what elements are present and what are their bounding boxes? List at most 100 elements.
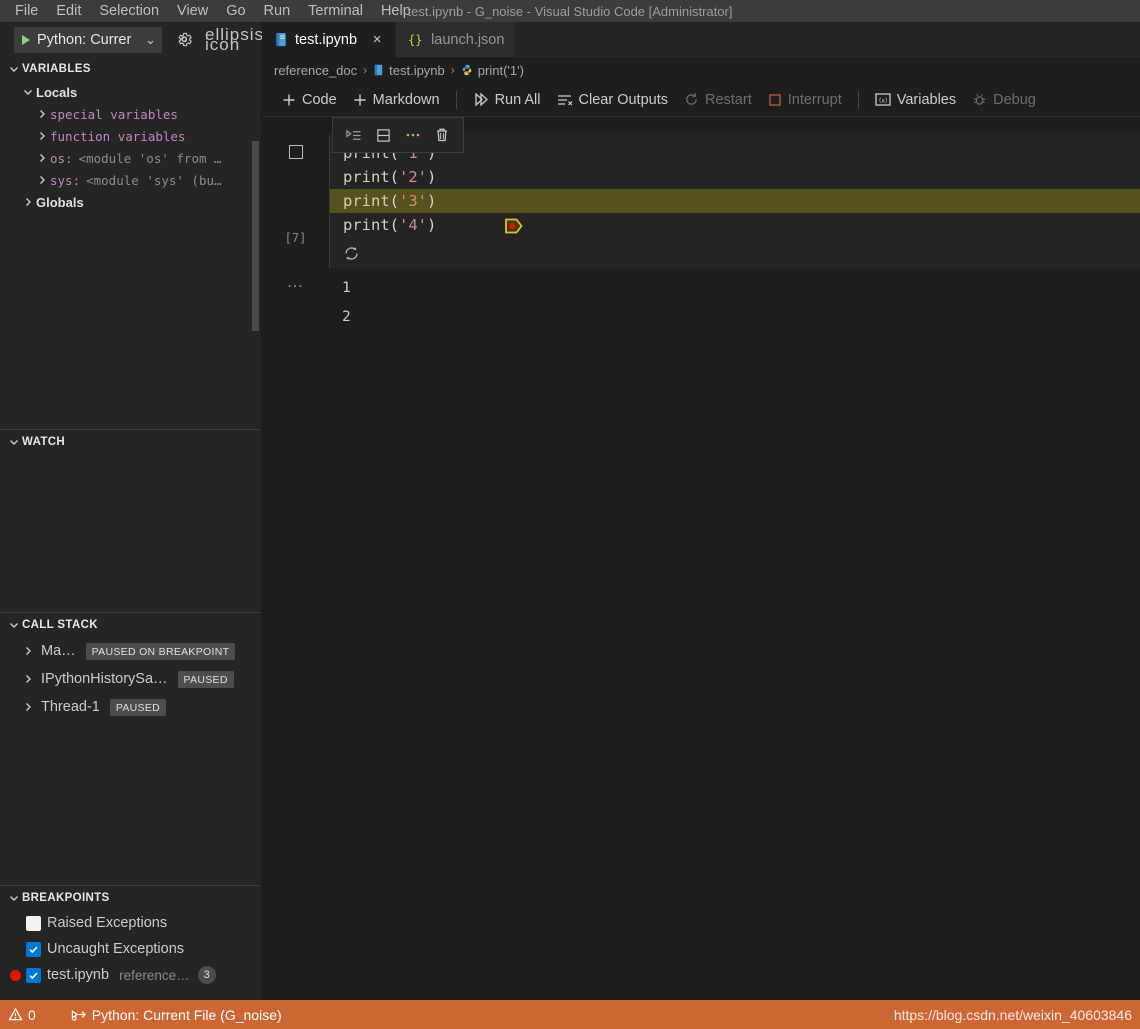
callstack-frame-main[interactable]: Ma… PAUSED ON BREAKPOINT xyxy=(0,637,261,665)
callstack-frame-ipythonhistory[interactable]: IPythonHistorySa… PAUSED xyxy=(0,665,261,693)
variables-locals-row[interactable]: Locals xyxy=(0,81,261,103)
add-code-cell-button[interactable]: Code xyxy=(274,87,345,113)
cell-editor[interactable]: print('1') print('2') print('3') print('… xyxy=(329,135,1140,268)
variables-tree: Locals special variables function variab… xyxy=(0,81,261,429)
python-symbol-icon xyxy=(461,64,473,76)
clear-outputs-button[interactable]: Clear Outputs xyxy=(549,87,676,113)
tab-test-ipynb[interactable]: test.ipynb × xyxy=(262,22,397,57)
breadcrumb-symbol-label: print('1') xyxy=(477,62,524,78)
breadcrumb-separator: › xyxy=(450,63,455,77)
breakpoint-row-test-ipynb[interactable]: test.ipynb reference… 3 xyxy=(0,962,261,988)
menu-view[interactable]: View xyxy=(168,0,217,22)
variables-section: VARIABLES Locals special variables funct… xyxy=(0,57,261,429)
run-all-button[interactable]: Run All xyxy=(465,87,549,113)
variable-row-function[interactable]: function variables xyxy=(0,125,261,147)
breakpoints-section-header[interactable]: BREAKPOINTS xyxy=(0,886,261,910)
variables-section-header[interactable]: VARIABLES xyxy=(0,57,261,81)
menu-edit[interactable]: Edit xyxy=(47,0,90,22)
variables-toggle-label: Variables xyxy=(896,91,957,108)
interrupt-kernel-label: Interrupt xyxy=(787,91,842,108)
svg-text:{}: {} xyxy=(408,33,422,47)
breadcrumb-item-symbol[interactable]: print('1') xyxy=(461,63,524,78)
menu-selection[interactable]: Selection xyxy=(90,0,168,22)
output-collapse-icon[interactable]: … xyxy=(262,273,329,332)
globals-label: Globals xyxy=(36,194,84,210)
callstack-frame-badge: PAUSED xyxy=(177,670,234,688)
callstack-frame-badge: PAUSED xyxy=(109,698,167,716)
launch-config-label: Python: Currer xyxy=(37,31,132,48)
breadcrumb-file-label: test.ipynb xyxy=(389,62,445,78)
watch-section-header[interactable]: WATCH xyxy=(0,430,261,454)
variables-globals-row[interactable]: Globals xyxy=(0,191,261,213)
breakpoints-section: BREAKPOINTS Raised Exceptions Uncaught E… xyxy=(0,885,261,988)
checkbox-unchecked-icon[interactable] xyxy=(26,915,41,931)
variable-row-os[interactable]: os: <module 'os' from … xyxy=(0,147,261,169)
problems-status-item[interactable]: 0 xyxy=(0,1000,44,1029)
code-line-2[interactable]: print('2') xyxy=(330,165,1140,189)
add-markdown-cell-button[interactable]: Markdown xyxy=(345,87,448,113)
callstack-frame-thread1[interactable]: Thread-1 PAUSED xyxy=(0,693,261,721)
breakpoint-row-uncaught-exceptions[interactable]: Uncaught Exceptions xyxy=(0,936,261,962)
menu-terminal[interactable]: Terminal xyxy=(299,0,372,22)
breadcrumb-item-file[interactable]: test.ipynb xyxy=(373,63,445,78)
code-token-close-paren: ) xyxy=(427,192,437,210)
variables-toggle-button[interactable]: (x) Variables xyxy=(867,87,964,113)
variable-name: function variables xyxy=(50,128,186,144)
close-icon[interactable]: × xyxy=(369,32,385,47)
checkbox-checked-icon[interactable] xyxy=(26,967,41,983)
menu-run[interactable]: Run xyxy=(255,0,300,22)
split-cell-icon[interactable] xyxy=(372,124,394,146)
restart-icon xyxy=(684,92,699,107)
menu-go[interactable]: Go xyxy=(217,0,254,22)
breakpoint-label: Raised Exceptions xyxy=(47,915,168,931)
menu-file[interactable]: File xyxy=(6,0,47,22)
chevron-down-icon[interactable]: ⌄ xyxy=(145,32,156,48)
callstack-frame-label: IPythonHistorySa… xyxy=(41,671,168,687)
launch-config-dropdown[interactable]: Python: Currer ⌄ xyxy=(14,26,162,53)
run-by-line-icon[interactable] xyxy=(343,124,365,146)
debug-sidebar: Python: Currer ⌄ ellipsis-icon VARIABLES xyxy=(0,22,270,1000)
breakpoint-marker-icon[interactable] xyxy=(318,193,523,234)
code-token-function: print xyxy=(343,192,390,210)
more-actions-icon[interactable]: ellipsis-icon xyxy=(205,26,271,53)
play-icon xyxy=(22,34,30,45)
menu-help[interactable]: Help xyxy=(372,0,420,22)
debug-launch-bar: Python: Currer ⌄ ellipsis-icon xyxy=(0,22,270,57)
clear-outputs-icon xyxy=(557,93,573,107)
restart-kernel-button[interactable]: Restart xyxy=(676,87,760,113)
code-token-string: '2' xyxy=(399,168,428,186)
callstack-section-header[interactable]: CALL STACK xyxy=(0,613,261,637)
callstack-frame-label: Thread-1 xyxy=(41,699,100,715)
callstack-section: CALL STACK Ma… PAUSED ON BREAKPOINT IPyt… xyxy=(0,612,261,885)
gear-icon[interactable] xyxy=(176,31,193,48)
breadcrumb-item-folder[interactable]: reference_doc xyxy=(274,63,357,78)
variable-row-sys[interactable]: sys: <module 'sys' (bu… xyxy=(0,169,261,191)
breakpoint-row-raised-exceptions[interactable]: Raised Exceptions xyxy=(0,910,261,936)
delete-cell-icon[interactable] xyxy=(431,124,453,146)
editor-area: test.ipynb × {} launch.json reference_do… xyxy=(262,22,1140,1000)
checkbox-checked-icon[interactable] xyxy=(26,941,41,957)
debug-session-status-item[interactable]: Python: Current File (G_noise) xyxy=(62,1000,290,1029)
code-line-3-current[interactable]: print('3') xyxy=(330,189,1140,234)
locals-label: Locals xyxy=(36,84,78,100)
variable-row-special[interactable]: special variables xyxy=(0,103,261,125)
output-line: 1 xyxy=(342,280,351,296)
stop-square-icon[interactable] xyxy=(288,145,303,159)
debug-cell-button[interactable]: Debug xyxy=(964,87,1044,113)
cell-row: [7] print('1') print('2') print('3') pri… xyxy=(262,135,1140,268)
debug-alt-icon xyxy=(70,1007,87,1022)
notebook-toolbar: Code Markdown Run All Clear Outputs Rest… xyxy=(262,83,1140,117)
code-line-4[interactable]: print('4') xyxy=(330,213,1140,237)
warning-icon xyxy=(8,1007,23,1022)
more-actions-icon[interactable] xyxy=(402,124,424,146)
chevron-expanded-icon xyxy=(6,890,22,906)
plus-icon xyxy=(282,93,296,107)
variables-scrollbar[interactable] xyxy=(252,141,259,331)
interrupt-kernel-button[interactable]: Interrupt xyxy=(760,87,850,113)
bug-icon xyxy=(972,92,987,107)
variable-name: special variables xyxy=(50,106,178,122)
variable-value: <module 'os' from … xyxy=(78,150,222,166)
tab-launch-json[interactable]: {} launch.json xyxy=(396,22,516,57)
plus-icon xyxy=(353,93,367,107)
cell-output: … 1 2 xyxy=(262,273,1140,332)
